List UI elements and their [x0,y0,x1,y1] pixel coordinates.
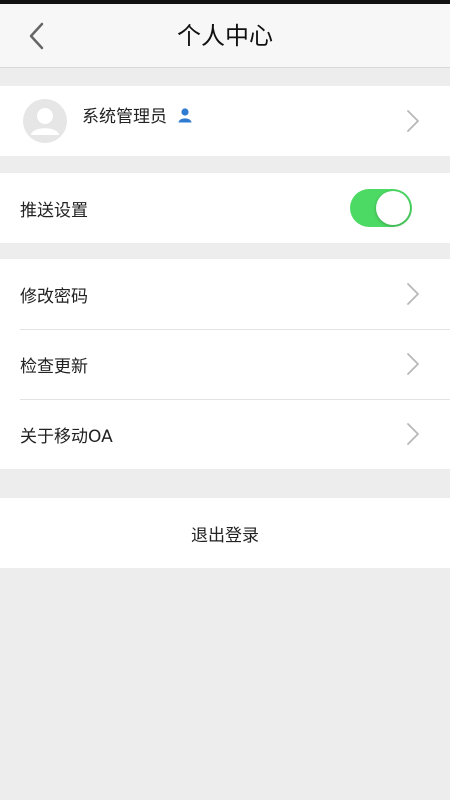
chevron-left-icon [29,22,44,50]
profile-group: 系统管理员 [0,86,450,156]
back-button[interactable] [18,16,54,56]
logout-label: 退出登录 [191,525,259,546]
page-title: 个人中心 [177,22,273,50]
avatar-placeholder-icon [31,108,59,135]
profile-name: 系统管理员 [82,107,167,127]
menu-item-check-update[interactable]: 检查更新 [0,329,450,399]
menu-group: 修改密码 检查更新 关于移动OA [0,259,450,469]
menu-item-label: 检查更新 [20,356,88,377]
chevron-right-icon [407,283,419,305]
logout-group: 退出登录 [0,498,450,568]
nav-bar: 个人中心 [0,4,450,68]
chevron-right-icon [407,110,419,132]
push-group: 推送设置 [0,173,450,243]
push-settings-label: 推送设置 [20,200,88,221]
push-toggle-knob [376,191,410,225]
avatar [23,99,67,143]
menu-item-label: 关于移动OA [20,426,113,447]
logout-button[interactable]: 退出登录 [0,498,450,568]
push-toggle[interactable] [350,189,412,227]
profile-name-wrap: 系统管理员 [82,102,193,127]
user-icon [178,107,192,122]
push-settings-row: 推送设置 [0,173,450,243]
menu-item-change-password[interactable]: 修改密码 [0,259,450,329]
menu-item-about[interactable]: 关于移动OA [0,399,450,469]
chevron-right-icon [407,353,419,375]
profile-row[interactable]: 系统管理员 [0,86,450,156]
chevron-right-icon [407,423,419,445]
menu-item-label: 修改密码 [20,286,88,307]
